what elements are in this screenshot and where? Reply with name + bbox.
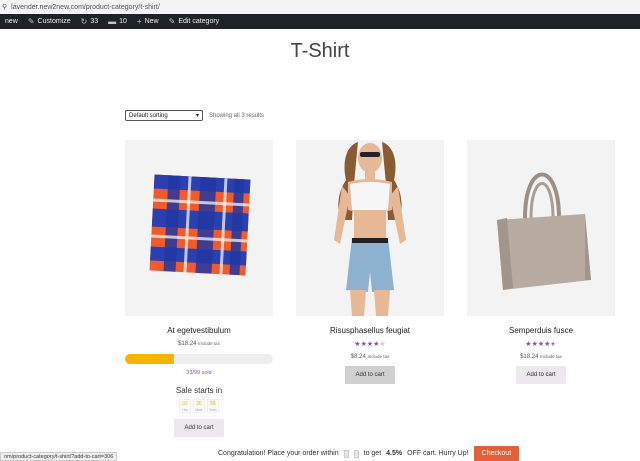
sale-starts-label: Sale starts in [175,386,223,395]
product-image-bag[interactable] [467,140,615,316]
url-text[interactable]: lavender.new2new.com/product-category/t-… [11,4,160,11]
tax-note: Include tax [198,341,220,346]
star-empty-icon: ★ [379,341,386,348]
updates-link[interactable]: ↻ 33 [76,14,104,29]
tax-note: Include tax [540,354,562,359]
edit-label: Edit category [178,18,220,25]
star-icon: ★★★★ [354,341,380,348]
notice-timer-box [353,449,359,458]
updates-icon: ↻ [80,17,88,26]
product-card: At egetvestibulum $18.24 Include tax 33/… [125,140,273,437]
admin-site-link[interactable]: new [0,14,23,29]
customize-label: Customize [37,18,71,25]
notice-text: OFF cart. Hurry Up! [407,450,469,457]
product-price: $18.24 Include tax [125,341,273,347]
product-card: Risusphasellus feugiat ★★★★★ $8.24 Inclu… [296,140,444,384]
notice-timer-box [343,449,349,458]
site-label: new [5,18,18,25]
progress-fill [125,354,174,364]
countdown-timer: 02 Hrs 26 Mins 55 Secs [125,399,273,413]
rating-stars: ★★★★★ [467,340,615,348]
add-to-cart-button[interactable]: Add to cart [174,419,224,437]
countdown-hours: 02 Hrs [179,399,191,413]
product-image-scarf[interactable] [125,140,273,316]
countdown-seconds: 55 Secs [207,399,219,413]
pencil-icon: ✎ [168,17,176,26]
product-card: Semperduis fusce ★★★★★ $18.24 Include ta… [467,140,615,384]
product-price: $18.24 Include tax [467,354,615,360]
price-value: $18.24 [520,354,539,360]
tax-note: Include tax [367,354,390,359]
new-label: New [144,18,159,25]
notice-text: Congratulation! Place your order within [218,450,339,457]
sold-count: 33/99 sold [186,370,212,376]
new-link[interactable]: + New [132,14,164,29]
add-to-cart-button[interactable]: Add to cart [345,366,395,384]
comment-icon: ▬ [108,17,117,26]
sold-progress-bar [125,354,273,364]
plus-icon: + [136,17,142,26]
updates-count: 33 [90,18,99,25]
comments-link[interactable]: ▬ 10 [103,14,132,29]
browser-status-bar: om/product-category/t-shirt/?add-to-cart… [0,452,118,461]
chevron-down-icon: ▾ [195,113,199,119]
seconds-unit: Secs [209,408,217,412]
result-count: Showing all 3 results [209,112,265,119]
product-name[interactable]: At egetvestibulum [125,326,273,335]
edit-category-link[interactable]: ✎ Edit category [164,14,225,29]
minutes-unit: Mins [195,408,203,412]
page-title: T-Shirt [290,40,350,62]
product-price: $8.24 Include tax [296,354,444,360]
rating-stars: ★★★★★ [296,340,444,348]
sorting-select[interactable]: Default sorting ▾ [125,110,203,121]
product-image-model[interactable] [296,140,444,316]
shop-toolbar: Default sorting ▾ Showing all 3 results [125,110,264,121]
notice-percent: 4.5% [386,450,403,457]
add-to-cart-button[interactable]: Add to cart [516,366,566,384]
address-bar[interactable]: ⚲ lavender.new2new.com/product-category/… [0,0,640,14]
lock-icon: ⚲ [2,4,8,11]
cart-notice-bar: Congratulation! Place your order within … [218,446,520,461]
price-value: $8.24 [350,354,366,360]
comments-count: 10 [119,18,127,25]
star-half-icon: ★ [550,341,557,348]
countdown-minutes: 26 Mins [193,399,205,413]
star-icon: ★★★★ [525,341,551,348]
product-name[interactable]: Semperduis fusce [467,326,615,335]
price-value: $18.24 [178,341,197,347]
notice-text: to get [363,450,382,457]
hours-unit: Hrs [182,408,188,412]
product-name[interactable]: Risusphasellus feugiat [296,326,444,335]
wp-admin-bar: new ✎ Customize ↻ 33 ▬ 10 + New ✎ Edit catego… [0,14,640,29]
customize-link[interactable]: ✎ Customize [23,14,76,29]
checkout-button[interactable]: Checkout [473,446,520,461]
sorting-value: Default sorting [129,112,168,119]
brush-icon: ✎ [27,17,35,26]
